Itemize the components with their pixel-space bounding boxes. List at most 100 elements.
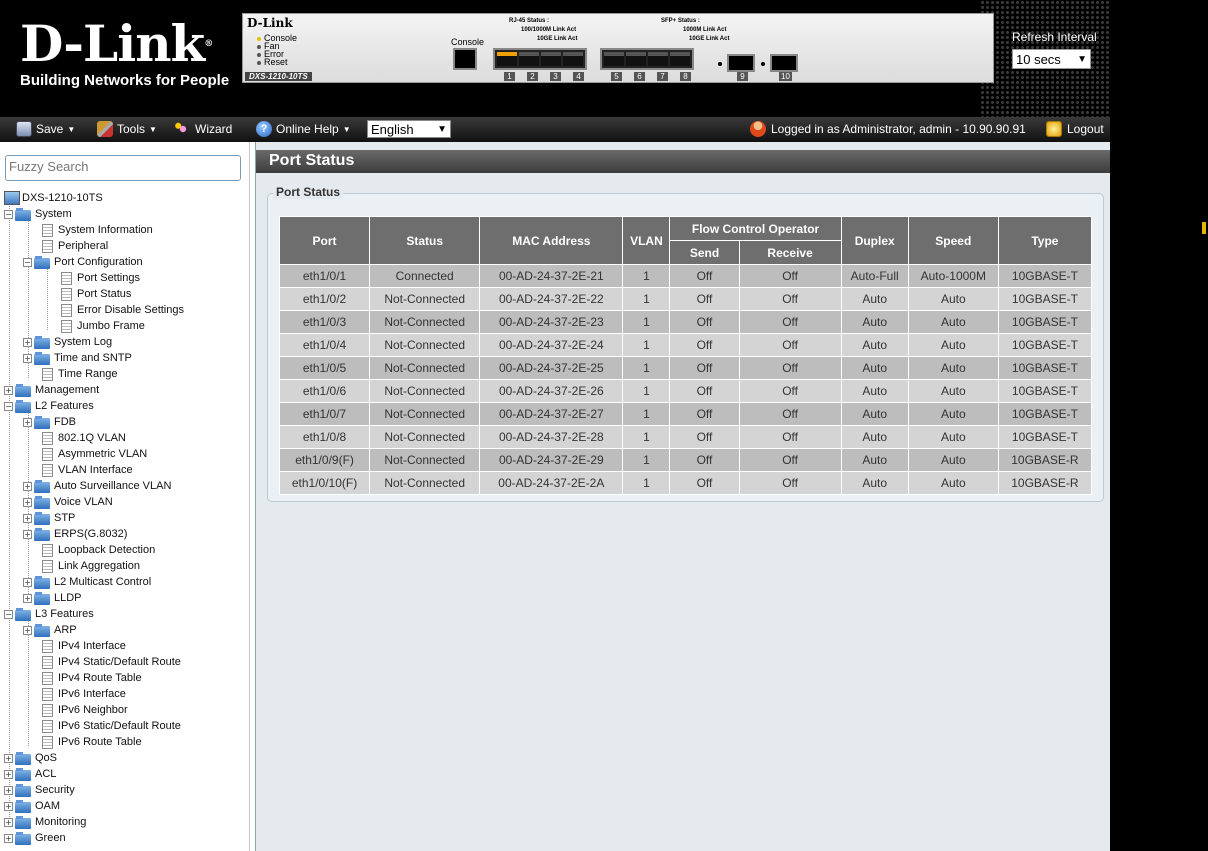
cell-duplex: Auto [840, 448, 909, 472]
logout-button[interactable]: Logout [1046, 121, 1104, 137]
tree-item-ipv4-route-table[interactable]: IPv4 Route Table [42, 670, 142, 686]
tree-item-peripheral[interactable]: Peripheral [42, 238, 108, 254]
expand-icon[interactable]: + [4, 785, 13, 795]
port-10-sfp[interactable] [770, 54, 798, 72]
tree-folder-qos[interactable]: + QoS [4, 750, 57, 766]
tree-folder-system-log[interactable]: + System Log [23, 334, 112, 350]
cell-speed: Auto [907, 471, 999, 495]
tree-folder-fdb[interactable]: + FDB [23, 414, 76, 430]
cell-vlan: 1 [622, 402, 671, 426]
tree-folder-system[interactable]: − System [4, 206, 72, 222]
tree-folder-lldp[interactable]: + LLDP [23, 590, 82, 606]
port-6[interactable] [626, 52, 646, 66]
tree-folder-stp[interactable]: + STP [23, 510, 75, 526]
tree-folder-erps[interactable]: + ERPS(G.8032) [23, 526, 127, 542]
expand-icon[interactable]: + [4, 769, 13, 779]
expand-icon[interactable]: + [23, 577, 32, 587]
expand-icon[interactable]: + [23, 337, 32, 347]
tree-folder-voice-vlan[interactable]: + Voice VLAN [23, 494, 113, 510]
tools-menu-button[interactable]: Tools ▼ [97, 121, 157, 137]
port-9-sfp[interactable] [727, 54, 755, 72]
tree-item-8021q-vlan[interactable]: 802.1Q VLAN [42, 430, 126, 446]
cell-duplex: Auto [840, 425, 909, 449]
tree-item-error-disable-settings[interactable]: Error Disable Settings [61, 302, 184, 318]
tree-item-ipv4-interface[interactable]: IPv4 Interface [42, 638, 126, 654]
collapse-icon[interactable]: − [4, 209, 13, 219]
folder-icon [34, 575, 51, 589]
search-input[interactable]: Fuzzy Search [5, 155, 241, 181]
expand-icon[interactable]: + [23, 353, 32, 363]
expand-icon[interactable]: + [23, 481, 32, 491]
expand-icon[interactable]: + [4, 817, 13, 827]
tree-folder-green[interactable]: + Green [4, 830, 66, 846]
tree-folder-oam[interactable]: + OAM [4, 798, 60, 814]
tree-label: IPv6 Interface [58, 688, 126, 700]
tree-folder-arp[interactable]: + ARP [23, 622, 77, 638]
port-2[interactable] [519, 52, 539, 66]
port-4[interactable] [563, 52, 583, 66]
console-port[interactable] [453, 48, 477, 70]
rj45-status-line1: 100/1000M Link Act [521, 27, 577, 33]
language-select[interactable]: English ▼ [367, 120, 451, 138]
tree-label: IPv6 Route Table [58, 736, 142, 748]
tree-folder-management[interactable]: + Management [4, 382, 99, 398]
cell-type: 10GBASE-T [997, 310, 1093, 334]
tree-root[interactable]: DXS-1210-10TS [4, 190, 103, 206]
cell-speed: Auto [907, 425, 999, 449]
tree-folder-l3-features[interactable]: − L3 Features [4, 606, 94, 622]
cell-speed: Auto-1000M [907, 264, 999, 288]
expand-icon[interactable]: + [23, 529, 32, 539]
expand-icon[interactable]: + [4, 833, 13, 843]
tree-label: Voice VLAN [54, 496, 113, 508]
tree-folder-l2-features[interactable]: − L2 Features [4, 398, 94, 414]
tree-item-ipv6-neighbor[interactable]: IPv6 Neighbor [42, 702, 128, 718]
tree-item-system-information[interactable]: System Information [42, 222, 153, 238]
tree-folder-monitoring[interactable]: + Monitoring [4, 814, 86, 830]
tree-item-loopback-detection[interactable]: Loopback Detection [42, 542, 155, 558]
tree-item-vlan-interface[interactable]: VLAN Interface [42, 462, 133, 478]
collapse-icon[interactable]: − [4, 609, 13, 619]
expand-icon[interactable]: + [4, 801, 13, 811]
wizard-button[interactable]: Wizard [175, 121, 232, 137]
page-icon [42, 559, 53, 573]
port-5[interactable] [604, 52, 624, 66]
collapse-icon[interactable]: − [4, 401, 13, 411]
expand-icon[interactable]: + [23, 417, 32, 427]
expand-icon[interactable]: + [23, 513, 32, 523]
tree-item-ipv6-interface[interactable]: IPv6 Interface [42, 686, 126, 702]
port-8[interactable] [670, 52, 690, 66]
save-menu-button[interactable]: Save ▼ [16, 121, 75, 137]
tree-label: FDB [54, 416, 76, 428]
tree-item-port-settings[interactable]: Port Settings [61, 270, 140, 286]
expand-icon[interactable]: + [4, 753, 13, 763]
tree-item-ipv6-route-table[interactable]: IPv6 Route Table [42, 734, 142, 750]
port-7[interactable] [648, 52, 668, 66]
tree-item-ipv4-static-default-route[interactable]: IPv4 Static/Default Route [42, 654, 181, 670]
cell-port: eth1/0/10(F) [278, 471, 371, 495]
tree-item-time-range[interactable]: Time Range [42, 366, 118, 382]
tree-folder-port-configuration[interactable]: − Port Configuration [23, 254, 143, 270]
folder-icon [34, 351, 51, 365]
collapse-icon[interactable]: − [23, 257, 32, 267]
tree-item-jumbo-frame[interactable]: Jumbo Frame [61, 318, 145, 334]
expand-icon[interactable]: + [4, 385, 13, 395]
tree-label: Port Status [77, 288, 132, 300]
expand-icon[interactable]: + [23, 497, 32, 507]
refresh-interval-select[interactable]: 10 secs ▼ [1012, 49, 1091, 69]
tree-folder-acl[interactable]: + ACL [4, 766, 56, 782]
tree-folder-l2-multicast-control[interactable]: + L2 Multicast Control [23, 574, 151, 590]
online-help-menu-button[interactable]: ? Online Help ▼ [256, 121, 351, 137]
tree-folder-time-and-sntp[interactable]: + Time and SNTP [23, 350, 132, 366]
tree-folder-auto-surveillance-vlan[interactable]: + Auto Surveillance VLAN [23, 478, 171, 494]
table-row: eth1/0/6 Not-Connected 00-AD-24-37-2E-26 1 O… [278, 379, 1093, 403]
tree-item-ipv6-static-default-route[interactable]: IPv6 Static/Default Route [42, 718, 181, 734]
cell-vlan: 1 [622, 448, 671, 472]
tree-item-port-status[interactable]: Port Status [61, 286, 131, 302]
expand-icon[interactable]: + [23, 625, 32, 635]
tree-item-link-aggregation[interactable]: Link Aggregation [42, 558, 140, 574]
port-3[interactable] [541, 52, 561, 66]
tree-folder-security[interactable]: + Security [4, 782, 75, 798]
tree-item-asymmetric-vlan[interactable]: Asymmetric VLAN [42, 446, 147, 462]
port-1[interactable] [497, 52, 517, 66]
expand-icon[interactable]: + [23, 593, 32, 603]
